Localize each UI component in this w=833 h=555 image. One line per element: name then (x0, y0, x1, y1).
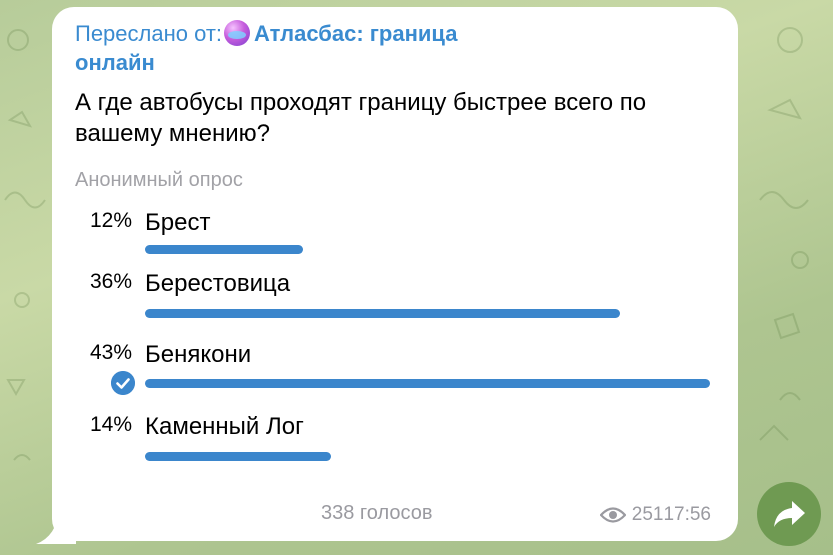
poll-option[interactable]: 43% Бенякони (52, 341, 738, 401)
poll-option[interactable]: 36% Берестовица (52, 270, 738, 330)
view-count: 251 (631, 504, 664, 525)
eye-icon (599, 507, 626, 523)
forward-button[interactable] (757, 482, 821, 546)
check-icon (111, 371, 135, 395)
option-result-bar (145, 379, 710, 388)
option-percent: 14% (89, 413, 132, 436)
poll-message-bubble: Переслано от: Атласбас: граница онлайн А … (52, 7, 738, 541)
vote-count[interactable]: 338 голосов (321, 502, 432, 525)
option-label: Каменный Лог (145, 413, 304, 440)
option-percent: 36% (89, 270, 132, 293)
option-label: Бенякони (145, 341, 252, 368)
forwarded-header[interactable]: Переслано от: Атласбас: граница онлайн (75, 19, 535, 77)
message-meta: 251 17:56 (599, 504, 711, 526)
option-label: Брест (145, 209, 211, 236)
poll-option[interactable]: 14% Каменный Лог (52, 413, 738, 473)
forwarded-prefix: Переслано от: (75, 21, 223, 46)
option-result-bar (145, 452, 331, 461)
option-label: Берестовица (145, 270, 291, 297)
option-result-bar (145, 245, 303, 254)
share-arrow-icon (774, 501, 805, 527)
option-percent: 12% (89, 209, 132, 232)
message-time: 17:56 (663, 504, 711, 525)
poll-question: А где автобусы проходят границу быстрее … (75, 89, 647, 147)
poll-type-label: Анонимный опрос (75, 169, 243, 191)
channel-avatar[interactable] (224, 20, 251, 46)
poll-option[interactable]: 12% Брест (52, 209, 738, 269)
option-result-bar (145, 309, 620, 318)
option-percent: 43% (89, 341, 132, 364)
